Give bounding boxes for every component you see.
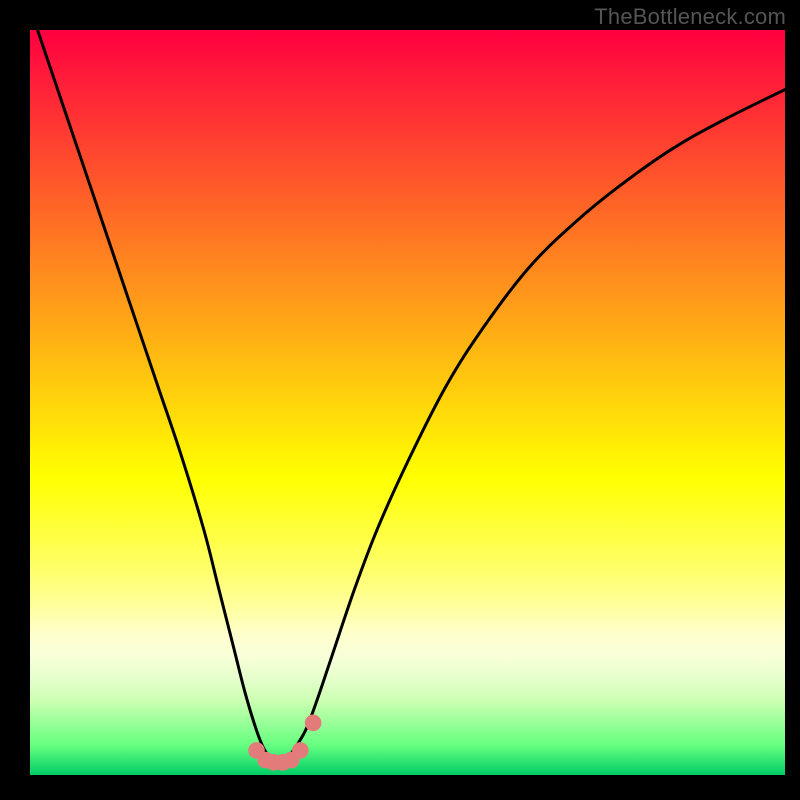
chart-frame: TheBottleneck.com [0,0,800,800]
watermark-text: TheBottleneck.com [594,4,786,30]
plot-area [30,30,785,775]
